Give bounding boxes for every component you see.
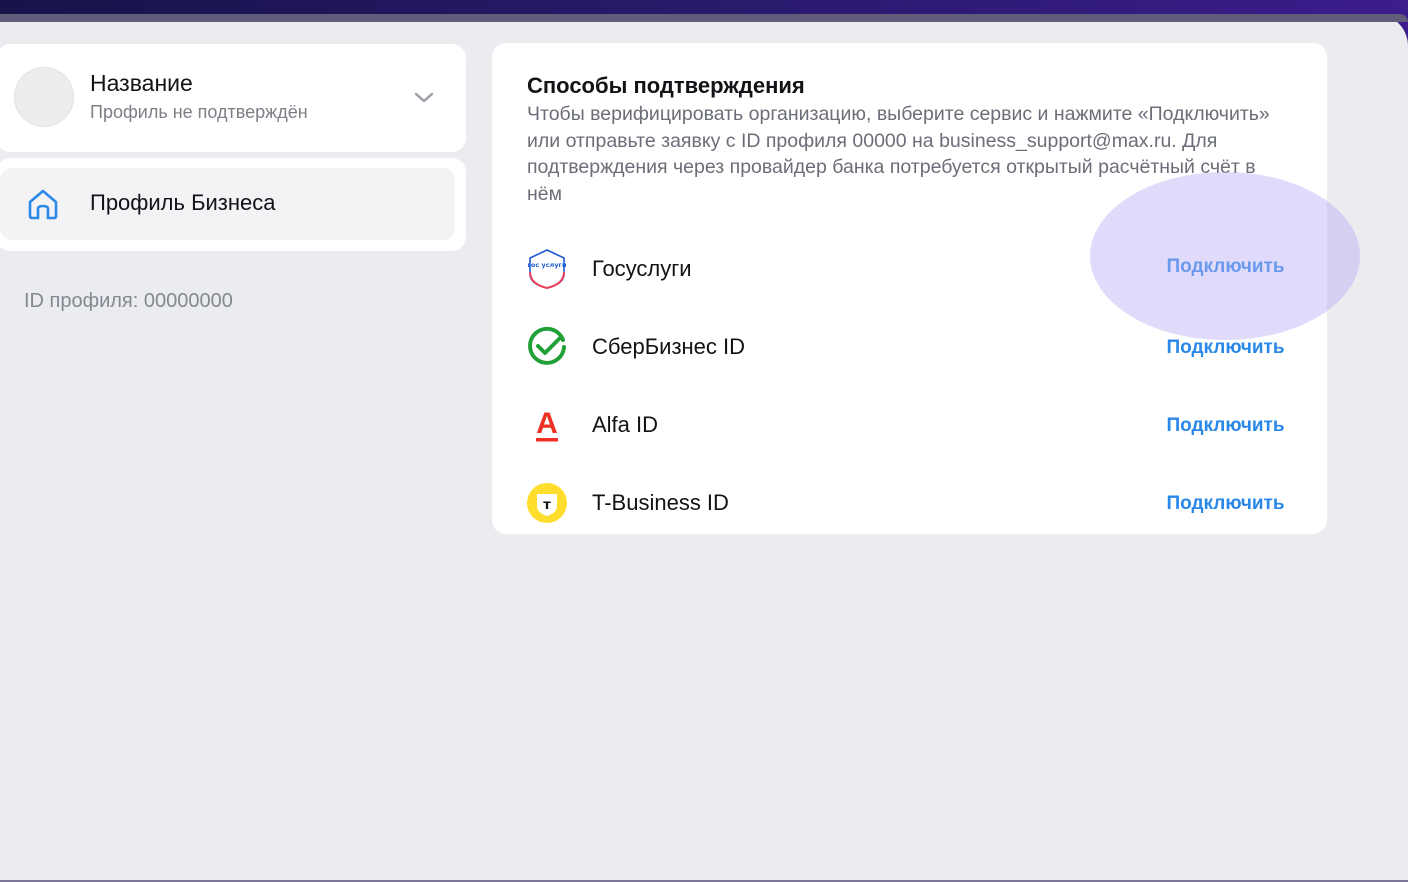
sidebar-item-label: Профиль Бизнеса (90, 190, 276, 215)
method-name: T-Business ID (592, 490, 729, 515)
method-row-tbusiness: т T-Business ID Подключить (492, 472, 1327, 532)
svg-text:A: A (536, 407, 558, 440)
profile-status: Профиль не подтверждён (90, 102, 308, 122)
method-row-alfa: A Alfa ID Подключить (492, 394, 1327, 454)
sidebar-nav: Профиль Бизнеса (0, 158, 466, 251)
gosuslugi-logo-icon: гос услуги (527, 249, 567, 290)
avatar (14, 67, 74, 127)
method-name: Alfa ID (592, 412, 659, 437)
connect-alfa-button[interactable]: Подключить (1144, 399, 1307, 453)
profile-id: ID профиля: 00000000 (24, 290, 233, 312)
sber-logo-icon (528, 326, 566, 365)
app-window: Название Профиль не подтверждён Профиль … (0, 14, 1408, 882)
sidebar-item-business-profile[interactable]: Профиль Бизнеса (0, 168, 455, 240)
alfa-logo-icon: A (536, 407, 558, 442)
svg-text:т: т (543, 498, 551, 513)
method-name: Госуслуги (592, 256, 692, 281)
home-icon (28, 189, 58, 220)
connect-tbusiness-button[interactable]: Подключить (1144, 477, 1307, 531)
tbank-logo-icon: т (527, 483, 567, 523)
chevron-down-icon[interactable] (412, 88, 436, 108)
tap-highlight (1090, 172, 1360, 340)
method-name: СберБизнес ID (592, 334, 746, 359)
svg-text:гос услуги: гос услуги (527, 261, 566, 269)
profile-switcher[interactable]: Название Профиль не подтверждён (0, 44, 466, 152)
section-title: Способы подтверждения (527, 73, 805, 98)
organization-name: Название (90, 70, 193, 96)
